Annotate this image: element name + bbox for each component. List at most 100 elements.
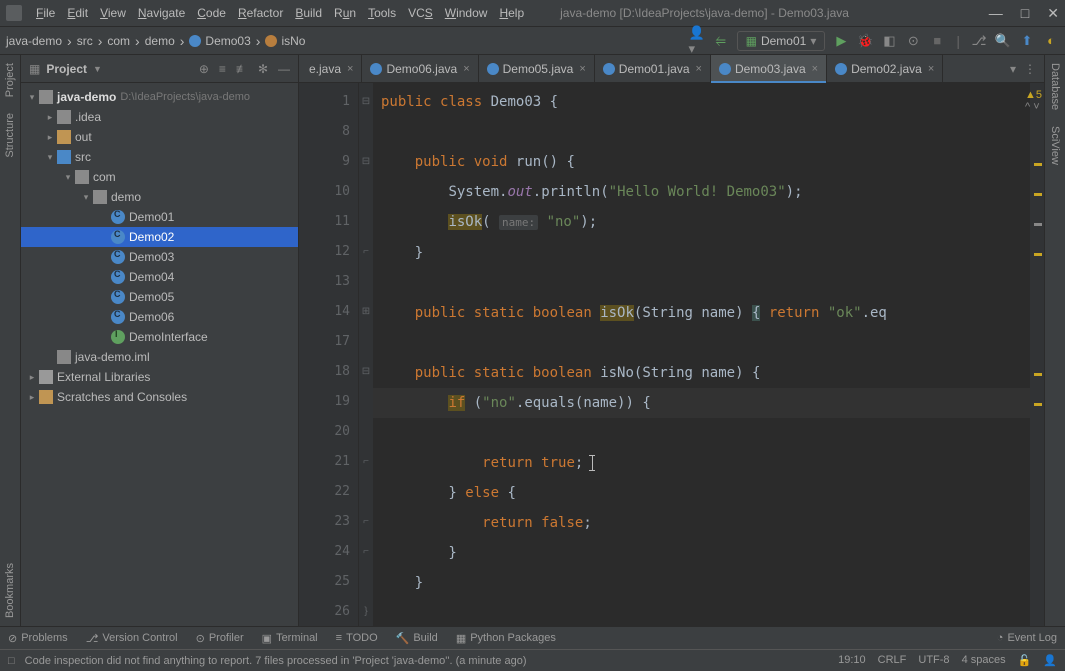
collapse-icon[interactable]: ≡ <box>219 62 226 76</box>
menu-edit[interactable]: Edit <box>61 4 94 22</box>
inspect-icon[interactable]: 👤 <box>1043 654 1057 667</box>
tree-ext-lib[interactable]: ▸ External Libraries <box>21 367 298 387</box>
stop-icon[interactable]: ■ <box>929 33 945 49</box>
readonly-icon[interactable]: 🔓 <box>1018 654 1032 667</box>
more-icon[interactable]: ⋮ <box>1024 62 1036 76</box>
bc-project[interactable]: java-demo <box>6 34 62 48</box>
rail-database[interactable]: Database <box>1047 55 1063 118</box>
toolwindow-icon[interactable]: □ <box>8 655 15 667</box>
close-icon[interactable]: × <box>696 63 702 75</box>
close-icon[interactable]: × <box>812 63 818 75</box>
bc-src[interactable]: src <box>77 34 93 48</box>
menu-file[interactable]: File <box>30 4 61 22</box>
close-icon[interactable]: × <box>463 63 469 75</box>
tree-demointerface[interactable]: DemoInterface <box>21 327 298 347</box>
sync-icon[interactable]: ⬆ <box>1019 33 1035 49</box>
bc-com[interactable]: com <box>107 34 130 48</box>
error-stripe[interactable]: ▲5 ^ ˅ <box>1030 83 1044 626</box>
menu-build[interactable]: Build <box>289 4 328 22</box>
code-editor[interactable]: public class Demo03 { public void run() … <box>373 83 1030 626</box>
tree-demo03[interactable]: Demo03 <box>21 247 298 267</box>
hammer-icon[interactable]: ⥢ <box>713 33 729 49</box>
gear-icon[interactable]: ✻ <box>258 62 268 76</box>
tool-python[interactable]: ▦Python Packages <box>456 632 556 645</box>
tree-out[interactable]: ▸ out <box>21 127 298 147</box>
menu-view[interactable]: View <box>94 4 132 22</box>
text-cursor <box>592 455 593 471</box>
tree-root[interactable]: ▾ java-demo D:\IdeaProjects\java-demo <box>21 87 298 107</box>
project-title: Project <box>46 62 87 76</box>
rail-structure[interactable]: Structure <box>2 105 18 166</box>
file-encoding[interactable]: UTF-8 <box>918 654 949 667</box>
chevron-down-icon[interactable]: ▾ <box>1010 62 1016 76</box>
target-icon[interactable]: ⊕ <box>199 62 209 76</box>
expand-icon[interactable]: ≢ <box>236 62 248 76</box>
menu-refactor[interactable]: Refactor <box>232 4 289 22</box>
rail-sciview[interactable]: SciView <box>1047 118 1063 173</box>
menu-run[interactable]: Run <box>328 4 362 22</box>
tool-problems[interactable]: ⊘Problems <box>8 632 68 645</box>
toolbar: java-demo› src› com› demo› Demo03› isNo … <box>0 27 1065 55</box>
tool-eventlog[interactable]: ◔Event Log <box>997 632 1057 644</box>
bc-demo[interactable]: demo <box>145 34 175 48</box>
bc-class[interactable]: Demo03 <box>205 34 250 48</box>
tool-profiler[interactable]: ⊙Profiler <box>196 632 244 645</box>
close-icon[interactable]: ✕ <box>1047 5 1059 22</box>
tree-demo04[interactable]: Demo04 <box>21 267 298 287</box>
tree-iml[interactable]: java-demo.iml <box>21 347 298 367</box>
tree-demo01[interactable]: Demo01 <box>21 207 298 227</box>
tab-demo03[interactable]: Demo03.java× <box>711 55 827 82</box>
search-icon[interactable]: 🔍 <box>995 33 1011 49</box>
minimize-icon[interactable]: — <box>989 5 1003 22</box>
menu-code[interactable]: Code <box>191 4 232 22</box>
tab-e[interactable]: e.java× <box>301 55 362 82</box>
tab-demo01[interactable]: Demo01.java× <box>595 55 711 82</box>
tree-idea[interactable]: ▸ .idea <box>21 107 298 127</box>
maximize-icon[interactable]: □ <box>1021 5 1029 22</box>
menu-help[interactable]: Help <box>493 4 530 22</box>
run-config-dropdown[interactable]: ▦ Demo01 ▾ <box>737 31 826 51</box>
tab-demo05[interactable]: Demo05.java× <box>479 55 595 82</box>
project-tree: ▾ java-demo D:\IdeaProjects\java-demo ▸ … <box>21 83 298 411</box>
debug-icon[interactable]: 🐞 <box>857 33 873 49</box>
close-icon[interactable]: × <box>579 63 585 75</box>
menu-navigate[interactable]: Navigate <box>132 4 191 22</box>
ide-icon[interactable]: ◐ <box>1043 33 1059 49</box>
hide-icon[interactable]: — <box>278 62 290 76</box>
chevron-down-icon[interactable]: ▼ <box>93 64 102 74</box>
tree-scratches[interactable]: ▸ Scratches and Consoles <box>21 387 298 407</box>
tree-demo05[interactable]: Demo05 <box>21 287 298 307</box>
rail-bookmarks[interactable]: Bookmarks <box>2 555 18 626</box>
tab-demo02[interactable]: Demo02.java× <box>827 55 943 82</box>
tab-demo06[interactable]: Demo06.java× <box>362 55 478 82</box>
tree-demo06[interactable]: Demo06 <box>21 307 298 327</box>
profile-icon[interactable]: ⊙ <box>905 33 921 49</box>
tree-com[interactable]: ▾ com <box>21 167 298 187</box>
menu-window[interactable]: Window <box>439 4 494 22</box>
fold-gutter[interactable]: ⊟ ⊟ ⌐ ⊞ ⊟ ⌐ ⌐⌐ } <box>359 83 373 626</box>
indent-config[interactable]: 4 spaces <box>962 654 1006 667</box>
menu-tools[interactable]: Tools <box>362 4 402 22</box>
close-icon[interactable]: × <box>347 63 353 75</box>
tree-demo[interactable]: ▾ demo <box>21 187 298 207</box>
tool-todo[interactable]: ≡TODO <box>336 632 378 644</box>
menu-vcs[interactable]: VCS <box>402 4 439 22</box>
coverage-icon[interactable]: ◧ <box>881 33 897 49</box>
bc-method[interactable]: isNo <box>281 34 305 48</box>
cursor-position[interactable]: 19:10 <box>838 654 866 667</box>
user-icon[interactable]: 👤▾ <box>689 33 705 49</box>
tool-terminal[interactable]: ▣Terminal <box>262 632 318 645</box>
line-gutter[interactable]: 189101112131417181920212223242526 <box>299 83 359 626</box>
tree-src[interactable]: ▾ src <box>21 147 298 167</box>
git-icon[interactable]: ⎇ <box>971 33 987 49</box>
tool-vcs[interactable]: ⎇Version Control <box>86 632 178 645</box>
run-icon[interactable]: ▶ <box>833 33 849 49</box>
left-tool-rail: Project Structure Bookmarks <box>0 55 21 626</box>
tool-build[interactable]: 🔨Build <box>396 632 438 645</box>
project-view-icon[interactable]: ▦ <box>29 62 40 76</box>
app-icon <box>6 5 22 21</box>
tree-demo02[interactable]: Demo02 <box>21 227 298 247</box>
close-icon[interactable]: × <box>928 63 934 75</box>
line-separator[interactable]: CRLF <box>878 654 907 667</box>
rail-project[interactable]: Project <box>2 55 18 105</box>
